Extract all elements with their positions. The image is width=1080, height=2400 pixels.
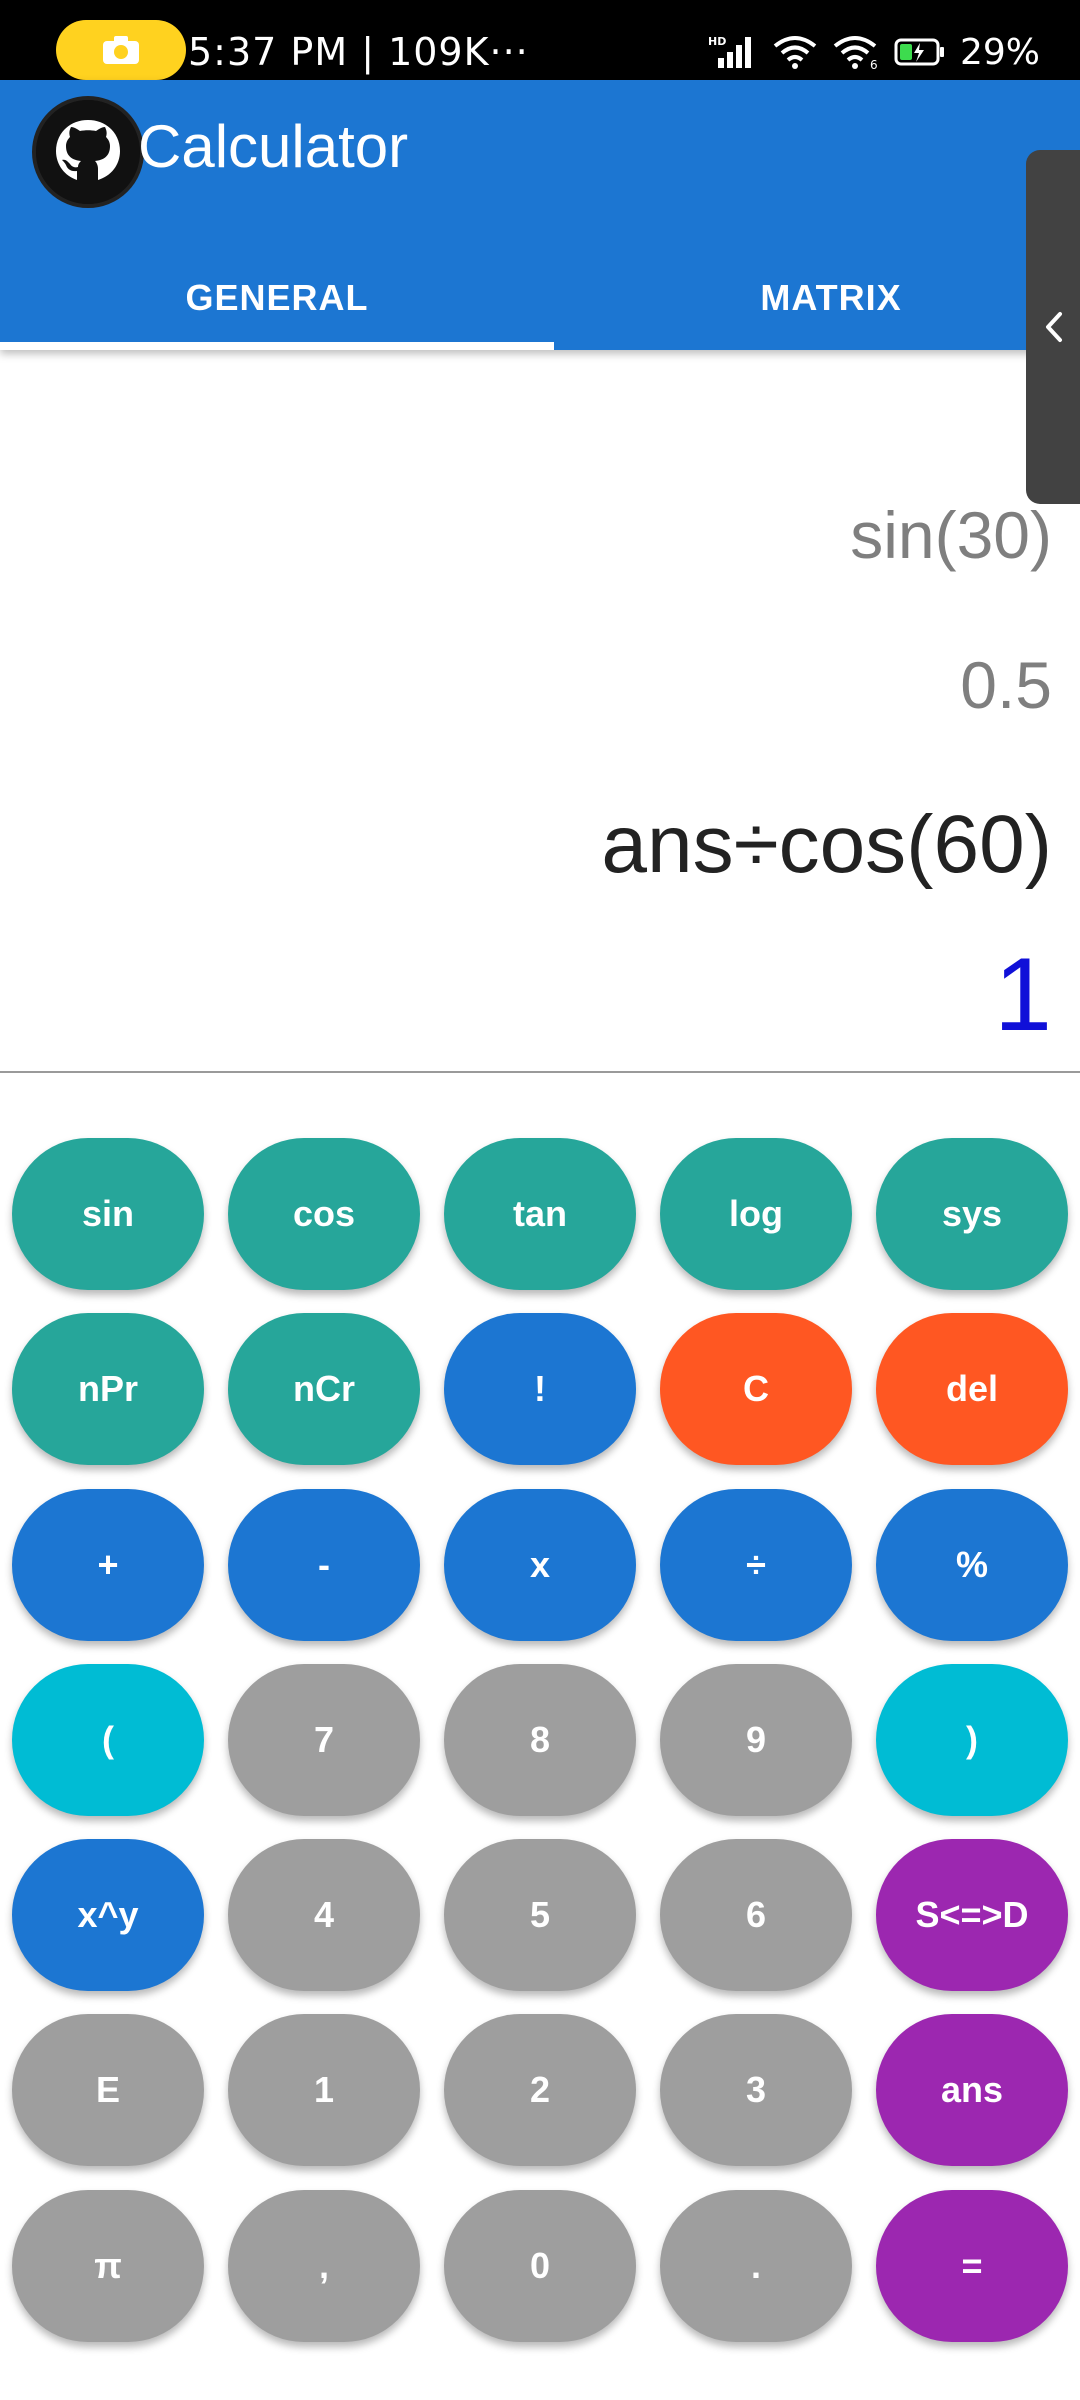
key-3[interactable]: 3 [660,2014,852,2166]
key-cos[interactable]: cos [228,1138,420,1290]
github-icon[interactable] [32,96,144,208]
key-8[interactable]: 8 [444,1664,636,1816]
key-ncr[interactable]: nCr [228,1313,420,1465]
key-multiply[interactable]: x [444,1489,636,1641]
current-result: 1 [994,937,1052,1053]
tab-matrix[interactable]: MATRIX [554,250,1080,346]
key-pi[interactable]: π [12,2190,204,2342]
key-close-paren[interactable]: ) [876,1664,1068,1816]
key-4[interactable]: 4 [228,1839,420,1991]
app-title: Calculator [138,113,409,180]
key-log[interactable]: log [660,1138,852,1290]
key-9[interactable]: 9 [660,1664,852,1816]
battery-percentage: 29% [959,31,1040,73]
key-7[interactable]: 7 [228,1664,420,1816]
camera-icon [103,36,139,64]
key-comma[interactable]: , [228,2190,420,2342]
key-decimal[interactable]: . [660,2190,852,2342]
display-divider [0,1071,1080,1073]
status-bar: 5:37 PM | 109K··· HD 6 29% [0,0,1080,80]
key-power[interactable]: x^y [12,1839,204,1991]
github-logo-glyph [36,100,140,204]
key-5[interactable]: 5 [444,1839,636,1991]
status-icons: HD 6 29% [708,26,1040,78]
chevron-left-icon [1046,312,1062,342]
key-tan[interactable]: tan [444,1138,636,1290]
svg-text:6: 6 [870,58,878,70]
key-sin[interactable]: sin [12,1138,204,1290]
key-equals[interactable]: = [876,2190,1068,2342]
key-open-paren[interactable]: ( [12,1664,204,1816]
signal-icon: HD [708,35,751,68]
key-factorial[interactable]: ! [444,1313,636,1465]
tab-indicator [0,342,554,350]
key-ans[interactable]: ans [876,2014,1068,2166]
app-bar: Calculator GENERAL MATRIX [0,80,1080,350]
wifi-icon [773,36,817,69]
history-result: 0.5 [960,648,1052,722]
key-clear[interactable]: C [660,1313,852,1465]
key-exponent[interactable]: E [12,2014,204,2166]
key-divide[interactable]: ÷ [660,1489,852,1641]
history-expression: sin(30) [850,498,1052,572]
key-delete[interactable]: del [876,1313,1068,1465]
key-minus[interactable]: - [228,1489,420,1641]
key-s-to-d[interactable]: S<=>D [876,1839,1068,1991]
key-0[interactable]: 0 [444,2190,636,2342]
svg-text:HD: HD [708,35,726,48]
key-percent[interactable]: % [876,1489,1068,1641]
tab-general[interactable]: GENERAL [0,250,554,346]
key-npr[interactable]: nPr [12,1313,204,1465]
key-2[interactable]: 2 [444,2014,636,2166]
battery-icon [894,38,944,66]
side-panel-handle[interactable] [1026,150,1080,504]
key-sys[interactable]: sys [876,1138,1068,1290]
key-plus[interactable]: + [12,1489,204,1641]
screen-recorder-pill[interactable] [56,20,186,80]
key-6[interactable]: 6 [660,1839,852,1991]
key-1[interactable]: 1 [228,2014,420,2166]
current-expression[interactable]: ans÷cos(60) [601,790,1052,900]
status-time: 5:37 PM | 109K··· [188,30,529,74]
wifi-6-icon: 6 [833,36,878,70]
